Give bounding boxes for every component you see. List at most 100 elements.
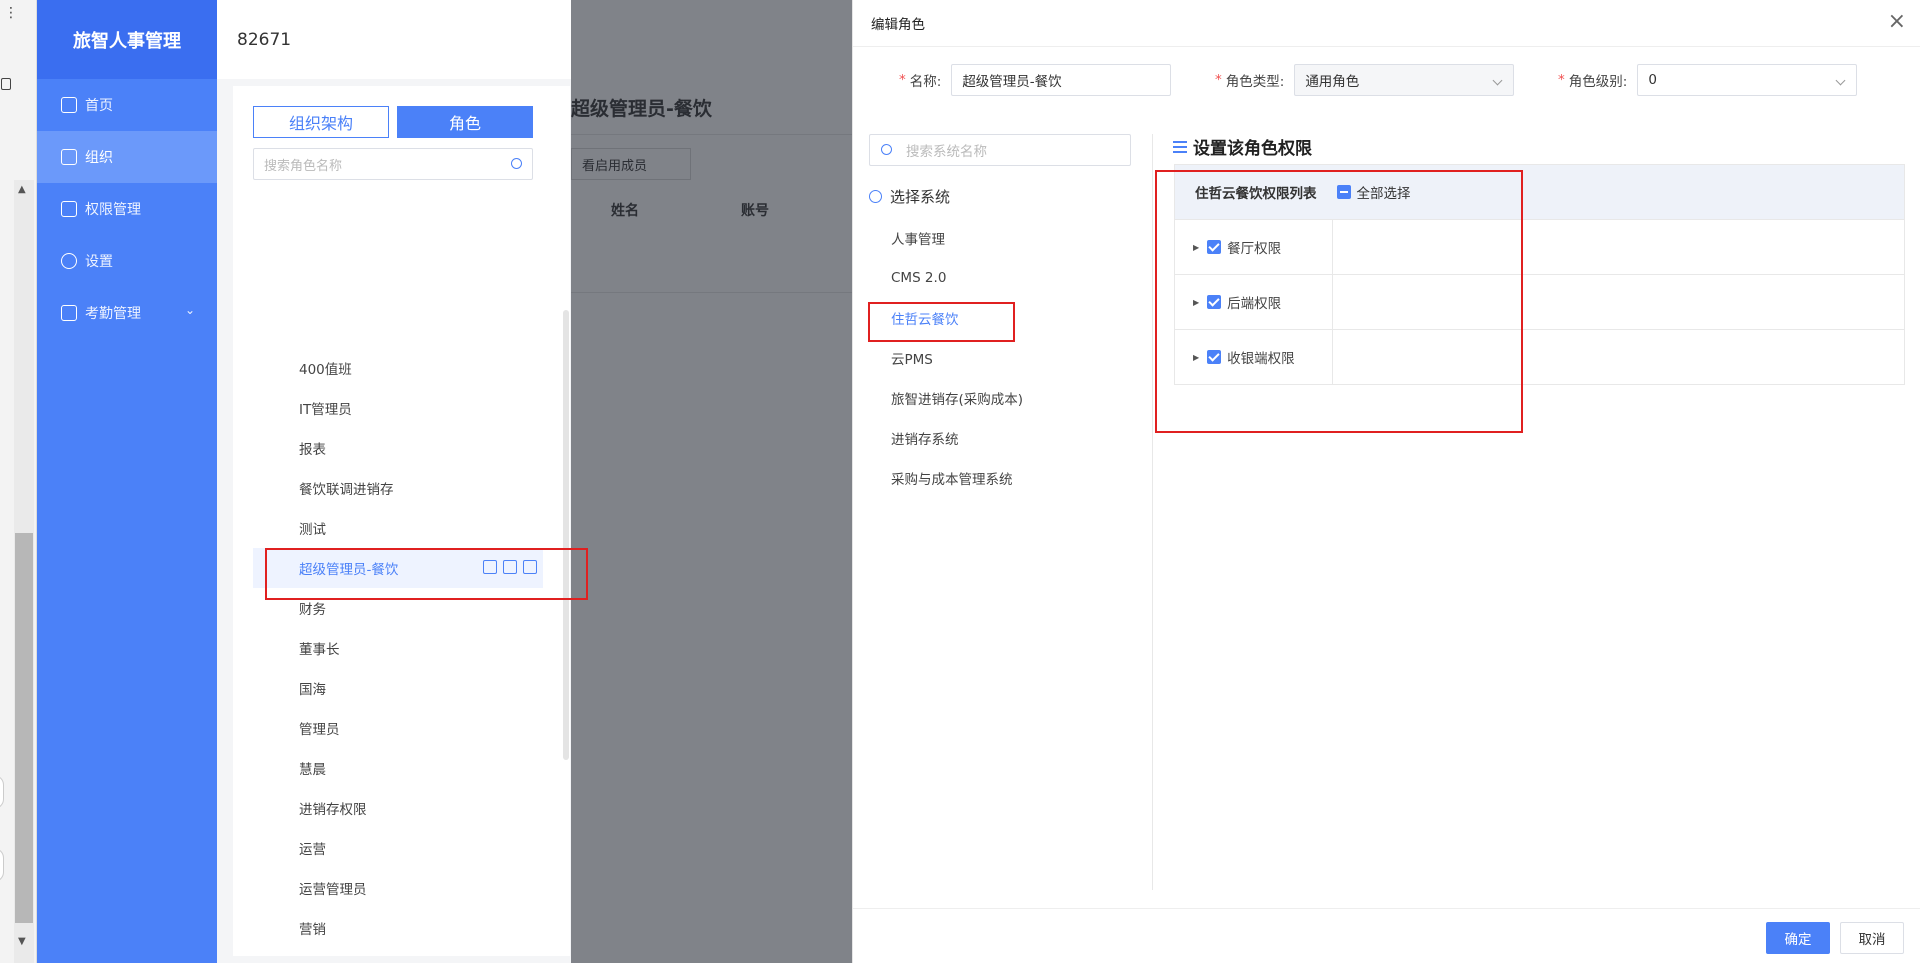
permission-section-title: 设置该角色权限	[1173, 134, 1312, 159]
role-label: IT管理员	[299, 402, 352, 418]
system-search-placeholder: 搜索系统名称	[906, 144, 987, 160]
sidebar-item-label: 权限管理	[85, 202, 141, 218]
role-label: 营销	[299, 922, 326, 938]
role-label: 国海	[299, 682, 326, 698]
printer-icon	[61, 305, 77, 321]
role-list-item[interactable]: 慧晨	[253, 748, 543, 788]
divider	[853, 46, 1920, 47]
edit-role-drawer: 编辑角色 × * 名称: 超级管理员-餐饮 * 角色类型: 通用角色 * 角色级…	[852, 0, 1920, 963]
reader-icon[interactable]	[1, 78, 11, 90]
search-icon	[511, 158, 522, 169]
cancel-button[interactable]: 取消	[1840, 922, 1904, 954]
background-filter-select: 看启用成员	[571, 148, 691, 180]
role-label: 运营	[299, 842, 326, 858]
role-list: 400值班 IT管理员 报表 餐饮联调进销存 测试 超级管理员-餐饮 财务 董事长 国海 管理员慧…	[253, 348, 543, 948]
highlight-box-system	[868, 302, 1015, 342]
role-label: 董事长	[299, 642, 340, 658]
highlight-box-role	[265, 548, 588, 600]
divider	[853, 908, 1920, 909]
system-list-item[interactable]: 云PMS	[869, 338, 1131, 378]
close-icon[interactable]: ×	[1888, 11, 1906, 33]
sidebar-item-home[interactable]: 首页	[37, 79, 217, 131]
role-label: 管理员	[299, 722, 340, 738]
role-list-item[interactable]: 测试	[253, 508, 543, 548]
system-list: 人事管理 CMS 2.0 住哲云餐饮 云PMS 旅智进销存(采购成本) 进销存系统 采购与成…	[869, 218, 1131, 498]
system-list-item[interactable]: 采购与成本管理系统	[869, 458, 1131, 498]
role-panel: 82671 组织架构 角色 搜索角色名称 400值班 IT管理员报表餐饮联调进销存…	[217, 0, 599, 963]
name-field-group: * 名称: 超级管理员-餐饮	[899, 64, 1172, 96]
floating-circle-icon[interactable]	[0, 775, 4, 809]
role-form-row: * 名称: 超级管理员-餐饮 * 角色类型: 通用角色 * 角色级别: 0	[853, 64, 1920, 96]
role-list-item[interactable]: 运营	[253, 828, 543, 868]
tab-role[interactable]: 角色	[397, 106, 533, 138]
level-label: 角色级别:	[1568, 74, 1628, 90]
role-list-item[interactable]: 营销	[253, 908, 543, 948]
system-list-item[interactable]: 人事管理	[869, 218, 1131, 258]
system-title-label: 选择系统	[890, 188, 951, 206]
app-sidebar: 旅智人事管理 首页 组织 权限管理 设置 考勤管理 ⌄	[37, 0, 217, 963]
role-label: 进销存权限	[299, 802, 367, 818]
sidebar-item-label: 组织	[85, 150, 113, 166]
role-list-item[interactable]: 管理员	[253, 708, 543, 748]
required-mark: *	[899, 72, 906, 88]
column-account-header: 账号	[741, 203, 769, 219]
system-list-item[interactable]: 进销存系统	[869, 418, 1131, 458]
role-list-item[interactable]: 餐饮联调进销存	[253, 468, 543, 508]
role-label: 测试	[299, 522, 326, 538]
modal-overlay[interactable]: 超级管理员-餐饮 看启用成员 姓名 账号	[571, 0, 852, 963]
system-list-item[interactable]: 旅智进销存(采购成本)	[869, 378, 1131, 418]
role-list-item[interactable]: 运营管理员	[253, 868, 543, 908]
more-icon[interactable]: ⋮	[4, 6, 18, 20]
role-list-item[interactable]: 国海	[253, 668, 543, 708]
chevron-down-icon	[1492, 75, 1503, 86]
role-label: 财务	[299, 602, 326, 618]
role-level-select[interactable]: 0	[1637, 64, 1858, 96]
sidebar-item-attendance[interactable]: 考勤管理 ⌄	[37, 287, 217, 339]
type-label: 角色类型:	[1225, 74, 1285, 90]
chart-icon	[61, 97, 77, 113]
confirm-button[interactable]: 确定	[1766, 922, 1830, 954]
floating-circle-icon[interactable]	[0, 848, 4, 882]
role-level-value: 0	[1648, 72, 1657, 88]
role-list-item[interactable]: 报表	[253, 428, 543, 468]
scrollbar[interactable]	[563, 310, 569, 760]
role-type-select[interactable]: 通用角色	[1294, 64, 1515, 96]
role-search-placeholder: 搜索角色名称	[264, 158, 343, 174]
name-input[interactable]: 超级管理员-餐饮	[951, 64, 1172, 96]
scrollbar-thumb[interactable]	[15, 533, 33, 923]
role-list-item[interactable]: 进销存权限	[253, 788, 543, 828]
drawer-title: 编辑角色	[871, 17, 925, 33]
role-card: 组织架构 角色 搜索角色名称 400值班 IT管理员 报表 餐饮联调进销存 测试 超级管理…	[233, 86, 599, 956]
role-list-item[interactable]: IT管理员	[253, 388, 543, 428]
role-search-input[interactable]: 搜索角色名称	[253, 148, 533, 180]
level-field-group: * 角色级别: 0	[1558, 64, 1858, 96]
role-label: 400值班	[299, 362, 352, 378]
org-icon	[61, 149, 77, 165]
drawer-header: 编辑角色 ×	[853, 0, 1920, 46]
role-label: 报表	[299, 442, 326, 458]
divider	[1152, 134, 1153, 890]
background-page-title: 超级管理员-餐饮	[571, 98, 712, 120]
sidebar-item-org[interactable]: 组织	[37, 131, 217, 183]
scroll-up-icon[interactable]: ▲	[18, 184, 26, 195]
permission-title-label: 设置该角色权限	[1193, 139, 1312, 159]
tab-org-structure[interactable]: 组织架构	[253, 106, 389, 138]
sidebar-item-settings[interactable]: 设置	[37, 235, 217, 287]
system-search-input[interactable]: 搜索系统名称	[869, 134, 1131, 166]
sidebar-item-permissions[interactable]: 权限管理	[37, 183, 217, 235]
divider	[571, 292, 852, 293]
type-field-group: * 角色类型: 通用角色	[1215, 64, 1515, 96]
sidebar-item-label: 首页	[85, 98, 113, 114]
required-mark: *	[1215, 72, 1222, 88]
required-mark: *	[1558, 72, 1565, 88]
scroll-down-icon[interactable]: ▼	[18, 936, 26, 947]
top-id: 82671	[217, 0, 571, 79]
browser-sidebar-strip: ⋮ ▲ ▼	[0, 0, 37, 963]
search-icon	[881, 144, 892, 155]
role-list-item[interactable]: 400值班	[253, 348, 543, 388]
role-type-value: 通用角色	[1305, 74, 1360, 90]
role-list-item[interactable]: 董事长	[253, 628, 543, 668]
system-list-item[interactable]: CMS 2.0	[869, 258, 1131, 298]
column-name-header: 姓名	[611, 203, 639, 219]
divider	[571, 134, 852, 135]
